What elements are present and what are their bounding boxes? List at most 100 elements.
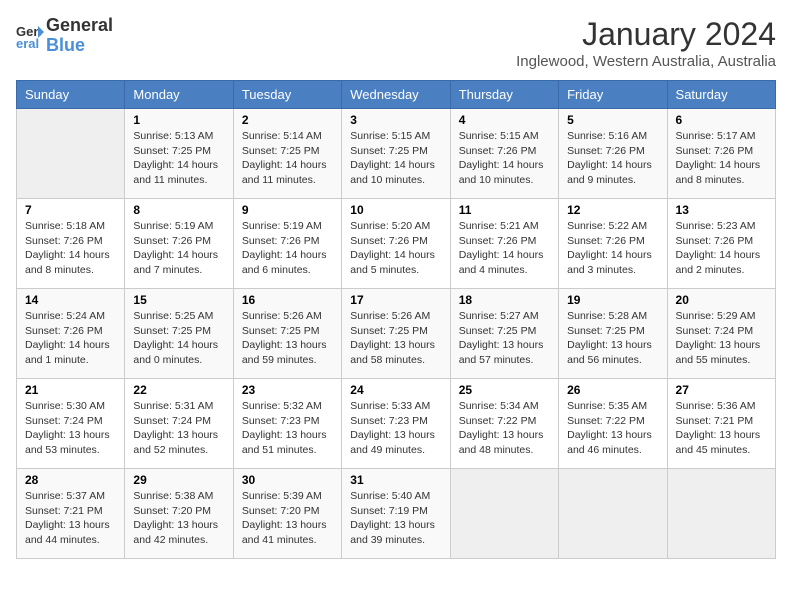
day-info: Sunrise: 5:19 AM Sunset: 7:26 PM Dayligh…: [133, 219, 224, 278]
header-friday: Friday: [559, 81, 667, 109]
logo-icon: Gen eral: [16, 22, 44, 50]
day-number: 25: [459, 383, 550, 397]
calendar-cell: 2 Sunrise: 5:14 AM Sunset: 7:25 PM Daylig…: [233, 109, 341, 199]
day-number: 31: [350, 473, 441, 487]
day-info: Sunrise: 5:28 AM Sunset: 7:25 PM Dayligh…: [567, 309, 658, 368]
day-number: 16: [242, 293, 333, 307]
calendar-cell: 28Sunrise: 5:37 AM Sunset: 7:21 PM Dayli…: [17, 469, 125, 559]
header-tuesday: Tuesday: [233, 81, 341, 109]
calendar-cell: 12 Sunrise: 5:22 AM Sunset: 7:26 PM Dayli…: [559, 199, 667, 289]
day-number: 9: [242, 203, 333, 217]
calendar-cell: 17Sunrise: 5:26 AM Sunset: 7:25 PM Dayli…: [342, 289, 450, 379]
week-row-4: 28Sunrise: 5:37 AM Sunset: 7:21 PM Dayli…: [17, 469, 776, 559]
day-info: Sunrise: 5:32 AM Sunset: 7:23 PM Dayligh…: [242, 399, 333, 458]
calendar-cell: 20 Sunrise: 5:29 AM Sunset: 7:24 PM Dayli…: [667, 289, 775, 379]
day-info: Sunrise: 5:15 AM Sunset: 7:26 PM Dayligh…: [459, 129, 550, 188]
day-number: 11: [459, 203, 550, 217]
calendar-cell: 8 Sunrise: 5:19 AM Sunset: 7:26 PM Daylig…: [125, 199, 233, 289]
title-block: January 2024 Inglewood, Western Australi…: [516, 16, 776, 70]
day-number: 14: [25, 293, 116, 307]
day-number: 24: [350, 383, 441, 397]
calendar-cell: 22 Sunrise: 5:31 AM Sunset: 7:24 PM Dayli…: [125, 379, 233, 469]
day-info: Sunrise: 5:30 AM Sunset: 7:24 PM Dayligh…: [25, 399, 116, 458]
day-info: Sunrise: 5:17 AM Sunset: 7:26 PM Dayligh…: [676, 129, 767, 188]
day-info: Sunrise: 5:20 AM Sunset: 7:26 PM Dayligh…: [350, 219, 441, 278]
day-info: Sunrise: 5:26 AM Sunset: 7:25 PM Dayligh…: [350, 309, 441, 368]
day-info: Sunrise: 5:40 AM Sunset: 7:19 PM Dayligh…: [350, 489, 441, 548]
calendar-cell: 14 Sunrise: 5:24 AM Sunset: 7:26 PM Dayli…: [17, 289, 125, 379]
header-saturday: Saturday: [667, 81, 775, 109]
header-row: SundayMondayTuesdayWednesdayThursdayFrid…: [17, 81, 776, 109]
day-number: 15: [133, 293, 224, 307]
calendar-cell: 29 Sunrise: 5:38 AM Sunset: 7:20 PM Dayli…: [125, 469, 233, 559]
day-number: 22: [133, 383, 224, 397]
header-sunday: Sunday: [17, 81, 125, 109]
svg-text:eral: eral: [16, 36, 39, 50]
calendar-cell: 31 Sunrise: 5:40 AM Sunset: 7:19 PM Dayli…: [342, 469, 450, 559]
calendar-cell: 18 Sunrise: 5:27 AM Sunset: 7:25 PM Dayli…: [450, 289, 558, 379]
day-info: Sunrise: 5:23 AM Sunset: 7:26 PM Dayligh…: [676, 219, 767, 278]
day-number: 3: [350, 113, 441, 127]
calendar-cell: 13Sunrise: 5:23 AM Sunset: 7:26 PM Dayli…: [667, 199, 775, 289]
calendar-cell: 10Sunrise: 5:20 AM Sunset: 7:26 PM Dayli…: [342, 199, 450, 289]
logo-line2: Blue: [46, 36, 113, 56]
calendar-cell: 11 Sunrise: 5:21 AM Sunset: 7:26 PM Dayli…: [450, 199, 558, 289]
day-number: 7: [25, 203, 116, 217]
calendar-cell: 5Sunrise: 5:16 AM Sunset: 7:26 PM Daylig…: [559, 109, 667, 199]
day-info: Sunrise: 5:13 AM Sunset: 7:25 PM Dayligh…: [133, 129, 224, 188]
day-info: Sunrise: 5:33 AM Sunset: 7:23 PM Dayligh…: [350, 399, 441, 458]
day-number: 21: [25, 383, 116, 397]
day-number: 20: [676, 293, 767, 307]
day-info: Sunrise: 5:26 AM Sunset: 7:25 PM Dayligh…: [242, 309, 333, 368]
day-number: 18: [459, 293, 550, 307]
calendar-cell: 27 Sunrise: 5:36 AM Sunset: 7:21 PM Dayli…: [667, 379, 775, 469]
calendar-body: 1Sunrise: 5:13 AM Sunset: 7:25 PM Daylig…: [17, 109, 776, 559]
day-info: Sunrise: 5:37 AM Sunset: 7:21 PM Dayligh…: [25, 489, 116, 548]
page-header: Gen eral General Blue January 2024 Ingle…: [16, 16, 776, 70]
day-info: Sunrise: 5:21 AM Sunset: 7:26 PM Dayligh…: [459, 219, 550, 278]
day-info: Sunrise: 5:18 AM Sunset: 7:26 PM Dayligh…: [25, 219, 116, 278]
calendar-cell: 19 Sunrise: 5:28 AM Sunset: 7:25 PM Dayli…: [559, 289, 667, 379]
calendar-cell: 23 Sunrise: 5:32 AM Sunset: 7:23 PM Dayli…: [233, 379, 341, 469]
calendar-cell: 9Sunrise: 5:19 AM Sunset: 7:26 PM Daylig…: [233, 199, 341, 289]
day-info: Sunrise: 5:29 AM Sunset: 7:24 PM Dayligh…: [676, 309, 767, 368]
day-info: Sunrise: 5:38 AM Sunset: 7:20 PM Dayligh…: [133, 489, 224, 548]
calendar-cell: 7 Sunrise: 5:18 AM Sunset: 7:26 PM Daylig…: [17, 199, 125, 289]
month-title: January 2024: [516, 16, 776, 53]
calendar-cell: [450, 469, 558, 559]
day-info: Sunrise: 5:22 AM Sunset: 7:26 PM Dayligh…: [567, 219, 658, 278]
calendar-cell: 26 Sunrise: 5:35 AM Sunset: 7:22 PM Dayli…: [559, 379, 667, 469]
day-info: Sunrise: 5:36 AM Sunset: 7:21 PM Dayligh…: [676, 399, 767, 458]
day-number: 26: [567, 383, 658, 397]
week-row-1: 7 Sunrise: 5:18 AM Sunset: 7:26 PM Daylig…: [17, 199, 776, 289]
day-info: Sunrise: 5:15 AM Sunset: 7:25 PM Dayligh…: [350, 129, 441, 188]
day-number: 2: [242, 113, 333, 127]
day-info: Sunrise: 5:34 AM Sunset: 7:22 PM Dayligh…: [459, 399, 550, 458]
day-info: Sunrise: 5:31 AM Sunset: 7:24 PM Dayligh…: [133, 399, 224, 458]
calendar-cell: 6Sunrise: 5:17 AM Sunset: 7:26 PM Daylig…: [667, 109, 775, 199]
day-number: 8: [133, 203, 224, 217]
calendar-cell: 24 Sunrise: 5:33 AM Sunset: 7:23 PM Dayli…: [342, 379, 450, 469]
calendar-cell: [559, 469, 667, 559]
location: Inglewood, Western Australia, Australia: [516, 53, 776, 70]
day-info: Sunrise: 5:39 AM Sunset: 7:20 PM Dayligh…: [242, 489, 333, 548]
header-thursday: Thursday: [450, 81, 558, 109]
day-number: 19: [567, 293, 658, 307]
day-info: Sunrise: 5:27 AM Sunset: 7:25 PM Dayligh…: [459, 309, 550, 368]
day-number: 29: [133, 473, 224, 487]
day-number: 27: [676, 383, 767, 397]
calendar-cell: 4 Sunrise: 5:15 AM Sunset: 7:26 PM Daylig…: [450, 109, 558, 199]
day-number: 23: [242, 383, 333, 397]
calendar-cell: 25 Sunrise: 5:34 AM Sunset: 7:22 PM Dayli…: [450, 379, 558, 469]
day-number: 12: [567, 203, 658, 217]
calendar-cell: [667, 469, 775, 559]
logo: Gen eral General Blue: [16, 16, 113, 56]
calendar-cell: 1Sunrise: 5:13 AM Sunset: 7:25 PM Daylig…: [125, 109, 233, 199]
day-info: Sunrise: 5:35 AM Sunset: 7:22 PM Dayligh…: [567, 399, 658, 458]
day-info: Sunrise: 5:24 AM Sunset: 7:26 PM Dayligh…: [25, 309, 116, 368]
day-number: 4: [459, 113, 550, 127]
header-wednesday: Wednesday: [342, 81, 450, 109]
day-info: Sunrise: 5:14 AM Sunset: 7:25 PM Dayligh…: [242, 129, 333, 188]
day-info: Sunrise: 5:16 AM Sunset: 7:26 PM Dayligh…: [567, 129, 658, 188]
calendar-cell: 16 Sunrise: 5:26 AM Sunset: 7:25 PM Dayli…: [233, 289, 341, 379]
